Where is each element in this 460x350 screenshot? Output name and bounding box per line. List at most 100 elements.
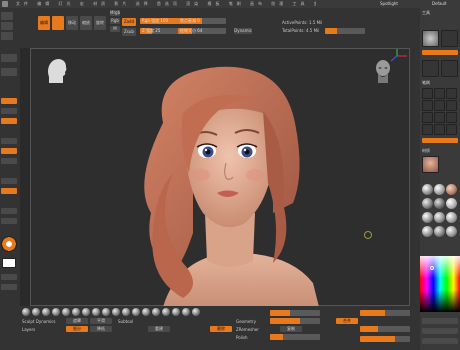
brush-tool-16[interactable] bbox=[172, 308, 180, 316]
brush-tool-15[interactable] bbox=[162, 308, 170, 316]
brush-tool-2[interactable] bbox=[32, 308, 40, 316]
zsub-button[interactable]: Zsub bbox=[122, 28, 136, 36]
bottom-slider-4[interactable] bbox=[360, 310, 410, 316]
bottom-slider-6[interactable] bbox=[360, 336, 410, 342]
brush-tool-17[interactable] bbox=[182, 308, 190, 316]
dynamic-button[interactable]: Dynamic bbox=[234, 28, 252, 34]
material-ball-11[interactable] bbox=[434, 226, 445, 237]
gizmo-icon[interactable] bbox=[385, 49, 409, 63]
left-button-14[interactable] bbox=[1, 284, 17, 290]
left-button-1[interactable] bbox=[1, 54, 17, 62]
material-face-thumb[interactable] bbox=[422, 156, 439, 173]
bottom-button-smooth[interactable]: 平滑 bbox=[90, 318, 112, 324]
brush-thumb-6[interactable] bbox=[446, 100, 457, 111]
extra-slider[interactable] bbox=[325, 28, 365, 34]
brush-tool-5[interactable] bbox=[62, 308, 70, 316]
tool-thumb-4[interactable] bbox=[441, 60, 458, 77]
material-ball-5[interactable] bbox=[434, 198, 445, 209]
left-button-2[interactable] bbox=[1, 68, 17, 76]
color-fill-button[interactable] bbox=[422, 338, 458, 344]
material-ball-9[interactable] bbox=[446, 212, 457, 223]
brush-thumb-8[interactable] bbox=[434, 112, 445, 123]
left-button-4[interactable] bbox=[1, 108, 17, 114]
draw-mode-button[interactable] bbox=[52, 16, 64, 30]
bottom-button-merge[interactable]: 合并 bbox=[336, 318, 358, 324]
quick-button-1[interactable] bbox=[1, 12, 13, 20]
brush-tool-13[interactable] bbox=[142, 308, 150, 316]
bottom-slider-3[interactable] bbox=[270, 334, 320, 340]
brush-tool-12[interactable] bbox=[132, 308, 140, 316]
brush-tool-8[interactable] bbox=[92, 308, 100, 316]
brush-orange-button[interactable] bbox=[422, 138, 458, 143]
left-button-10[interactable] bbox=[1, 188, 17, 194]
brush-thumb-9[interactable] bbox=[446, 112, 457, 123]
spotlight-label[interactable]: Spotlight bbox=[380, 1, 398, 6]
material-ball-3[interactable] bbox=[446, 184, 457, 195]
bottom-button-mask[interactable]: 遮罩 bbox=[66, 318, 88, 324]
mrgb-button[interactable]: Mrgb bbox=[110, 10, 120, 16]
brush-tool-3[interactable] bbox=[42, 308, 50, 316]
tool-thumb-3[interactable] bbox=[422, 60, 439, 77]
brush-thumb-4[interactable] bbox=[422, 100, 433, 111]
brush-thumb-3[interactable] bbox=[446, 88, 457, 99]
left-button-13[interactable] bbox=[1, 274, 17, 280]
color-swap-button[interactable] bbox=[422, 328, 458, 334]
bottom-slider-1[interactable] bbox=[270, 310, 320, 316]
material-ball-4[interactable] bbox=[422, 198, 433, 209]
brush-thumb-2[interactable] bbox=[434, 88, 445, 99]
rotate-mode-button[interactable]: 旋转 bbox=[94, 16, 106, 30]
transpose-marker-icon[interactable] bbox=[364, 231, 372, 239]
scale-mode-button[interactable]: 缩放 bbox=[80, 16, 92, 30]
main-color-swatch[interactable] bbox=[2, 258, 16, 268]
character-sculpt[interactable] bbox=[123, 63, 333, 307]
move-mode-button[interactable]: 移动 bbox=[66, 16, 78, 30]
default-layout-label[interactable]: Default bbox=[432, 1, 447, 6]
brush-thumb-10[interactable] bbox=[422, 124, 433, 135]
brush-tool-10[interactable] bbox=[112, 308, 120, 316]
focal-shift-slider[interactable]: 焦点衰减 0 bbox=[178, 18, 226, 24]
brush-tool-1[interactable] bbox=[22, 308, 30, 316]
bottom-button-duplicate[interactable]: 复制 bbox=[280, 326, 302, 332]
material-ball-6[interactable] bbox=[446, 198, 457, 209]
color-picker-icon[interactable] bbox=[1, 236, 17, 252]
zadd-button[interactable]: Zadd bbox=[122, 18, 136, 26]
left-button-11[interactable] bbox=[1, 208, 17, 214]
material-ball-10[interactable] bbox=[422, 226, 433, 237]
brush-tool-11[interactable] bbox=[122, 308, 130, 316]
m-button[interactable]: M bbox=[110, 26, 120, 32]
left-button-3[interactable] bbox=[1, 98, 17, 104]
bottom-slider-5[interactable] bbox=[360, 326, 410, 332]
color-palette-button[interactable] bbox=[422, 318, 458, 324]
material-ball-1[interactable] bbox=[422, 184, 433, 195]
bottom-button-lower[interactable]: 降低 bbox=[90, 326, 112, 332]
left-button-7[interactable] bbox=[1, 148, 17, 154]
left-button-9[interactable] bbox=[1, 178, 17, 184]
quick-button-3[interactable] bbox=[1, 32, 13, 40]
brush-tool-6[interactable] bbox=[72, 308, 80, 316]
bottom-button-rebuild[interactable]: 重建 bbox=[148, 326, 170, 332]
left-button-6[interactable] bbox=[1, 138, 17, 144]
material-ball-12[interactable] bbox=[446, 226, 457, 237]
left-button-8[interactable] bbox=[1, 158, 17, 164]
brush-thumb-5[interactable] bbox=[434, 100, 445, 111]
brush-tool-4[interactable] bbox=[52, 308, 60, 316]
edit-mode-button[interactable]: 编辑 bbox=[38, 16, 50, 30]
brush-tool-7[interactable] bbox=[82, 308, 90, 316]
brush-thumb-11[interactable] bbox=[434, 124, 445, 135]
rgb-button[interactable]: Rgb bbox=[110, 18, 120, 24]
bottom-button-delete[interactable]: 删除 bbox=[210, 326, 232, 332]
brush-tool-14[interactable] bbox=[152, 308, 160, 316]
tool-thumb-2[interactable] bbox=[441, 30, 458, 47]
draw-size-slider[interactable]: 绘制大小 64 bbox=[178, 28, 226, 34]
brush-tool-9[interactable] bbox=[102, 308, 110, 316]
bottom-slider-2[interactable] bbox=[270, 318, 320, 324]
viewport-canvas[interactable] bbox=[30, 48, 410, 307]
material-ball-8[interactable] bbox=[434, 212, 445, 223]
brush-tool-18[interactable] bbox=[192, 308, 200, 316]
menu-labels[interactable]: 文件 编辑 灯光 宏 材质 影片 选择 首选项 渲染 模板 笔刷 画布 纹理 工… bbox=[16, 1, 316, 6]
left-button-12[interactable] bbox=[1, 218, 17, 224]
material-ball-2[interactable] bbox=[434, 184, 445, 195]
bottom-button-divide[interactable]: 细分 bbox=[66, 326, 88, 332]
color-picker[interactable] bbox=[420, 256, 460, 312]
tool-thumb-1[interactable] bbox=[422, 30, 439, 47]
